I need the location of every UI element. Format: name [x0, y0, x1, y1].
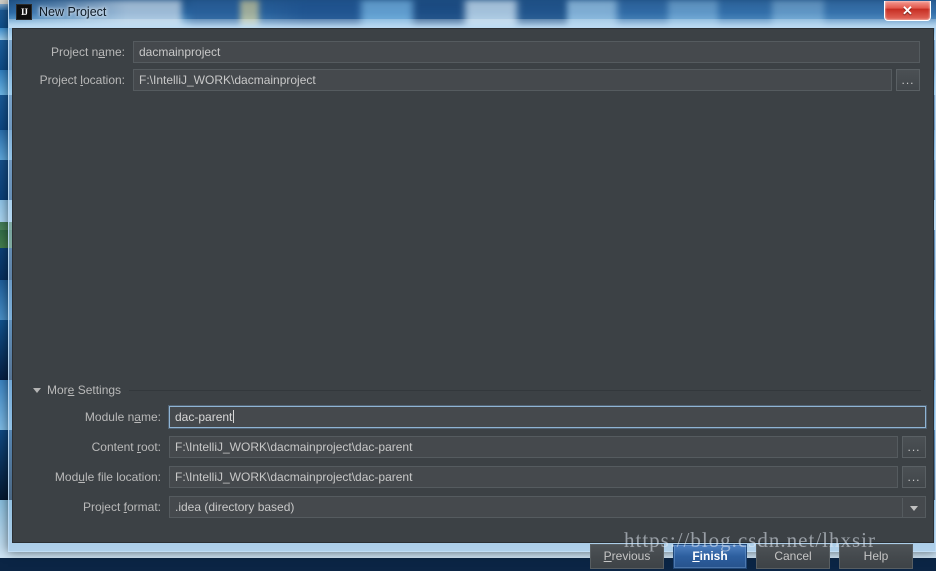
- project-name-label: Project name:: [50, 45, 125, 59]
- close-glyph: ✕: [902, 3, 913, 18]
- more-settings-separator: [129, 389, 921, 391]
- intellij-app-icon: IJ: [16, 4, 32, 20]
- project-location-label: Project location:: [39, 73, 125, 87]
- module-name-input[interactable]: dac-parent: [169, 406, 926, 428]
- module-file-location-row: Module file location: F:\IntelliJ_WORK\d…: [51, 466, 926, 488]
- cancel-button[interactable]: Cancel: [756, 543, 830, 569]
- project-location-row: Project location: F:\IntelliJ_WORK\dacma…: [33, 69, 920, 91]
- text-caret: [233, 410, 235, 423]
- project-format-label: Project format:: [82, 500, 161, 514]
- content-root-browse-button[interactable]: ...: [902, 436, 926, 458]
- window-titlebar[interactable]: IJ New Project ✕: [9, 0, 936, 28]
- more-settings-toggle[interactable]: More Settings: [33, 382, 921, 398]
- titlebar-left-group: IJ New Project: [16, 4, 106, 20]
- content-root-row: Content root: F:\IntelliJ_WORK\dacmainpr…: [51, 436, 926, 458]
- module-name-value: dac-parent: [175, 410, 233, 424]
- help-button[interactable]: Help: [839, 543, 913, 569]
- aero-window-frame: IJ New Project ✕ Project name: dacmainpr…: [8, 0, 936, 569]
- finish-button[interactable]: Finish: [673, 543, 747, 569]
- project-name-row: Project name: dacmainproject: [33, 41, 920, 63]
- chevron-down-icon[interactable]: [902, 498, 924, 517]
- close-icon[interactable]: ✕: [884, 1, 931, 21]
- project-name-input[interactable]: dacmainproject: [133, 41, 920, 63]
- module-file-location-input[interactable]: F:\IntelliJ_WORK\dacmainproject\dac-pare…: [169, 466, 898, 488]
- content-root-label: Content root:: [91, 440, 161, 454]
- project-location-browse-button[interactable]: ...: [896, 69, 920, 91]
- module-name-row: Module name: dac-parent: [51, 406, 926, 428]
- content-root-input[interactable]: F:\IntelliJ_WORK\dacmainproject\dac-pare…: [169, 436, 898, 458]
- project-location-input[interactable]: F:\IntelliJ_WORK\dacmainproject: [133, 69, 892, 91]
- more-settings-label: More Settings: [47, 383, 122, 397]
- previous-button[interactable]: Previous: [590, 543, 664, 569]
- dialog-button-row: Previous Finish Cancel Help: [13, 541, 935, 571]
- new-project-dialog: Project name: dacmainproject Project loc…: [12, 28, 934, 569]
- window-title: New Project: [39, 5, 107, 19]
- module-name-label: Module name:: [84, 410, 161, 424]
- project-format-row: Project format: .idea (directory based): [51, 496, 926, 518]
- module-file-location-label: Module file location:: [54, 470, 161, 484]
- project-format-value: .idea (directory based): [175, 500, 295, 514]
- project-format-select[interactable]: .idea (directory based): [169, 496, 926, 518]
- module-file-location-browse-button[interactable]: ...: [902, 466, 926, 488]
- chevron-down-icon: [33, 387, 41, 393]
- titlebar-gloss: [9, 19, 936, 28]
